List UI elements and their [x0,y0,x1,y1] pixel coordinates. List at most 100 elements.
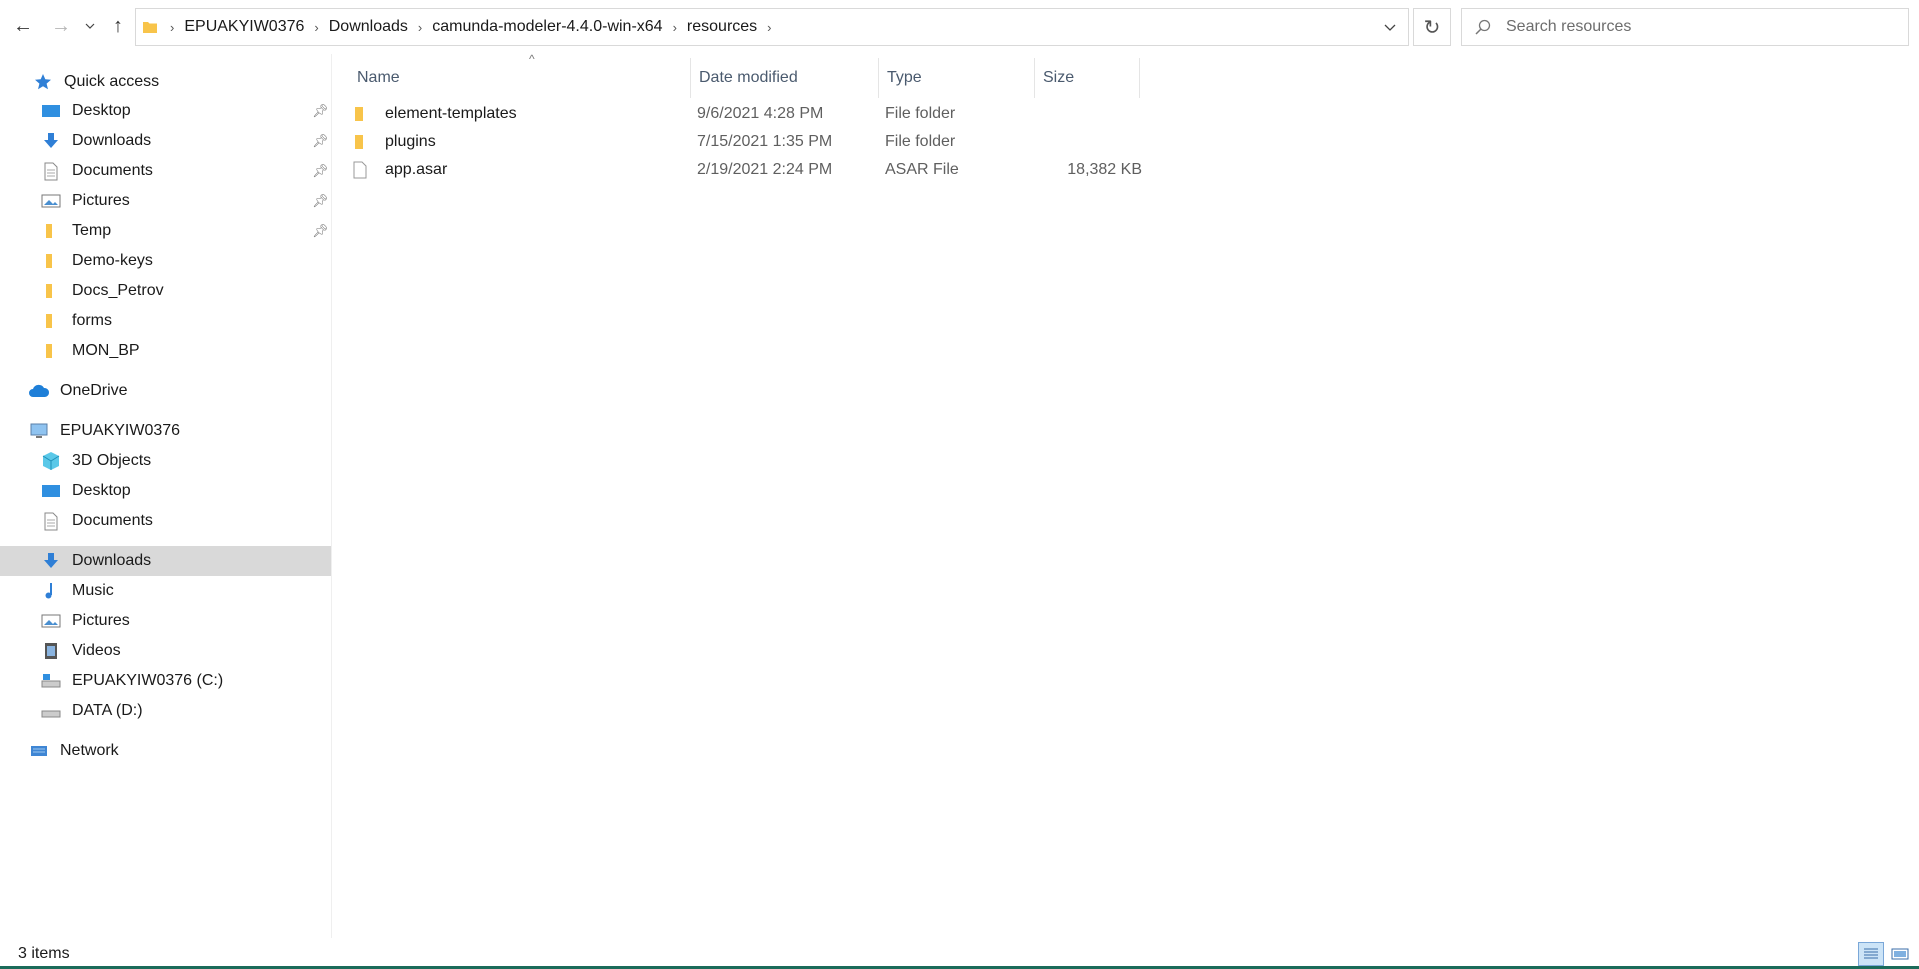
sidebar-item-pictures[interactable]: Pictures 📌︎ [0,186,331,216]
pin-icon[interactable]: 📌︎ [312,223,329,239]
column-header-name[interactable]: ^ Name [349,52,691,98]
breadcrumb-computer[interactable]: EPUAKYIW0376 [180,18,308,36]
sidebar-item-3d-objects[interactable]: 3D Objects [0,446,331,476]
address-toolbar: ← → ↑ › EPUAKYIW0376 › Downloads › camun… [0,0,1919,54]
address-bar[interactable]: › EPUAKYIW0376 › Downloads › camunda-mod… [135,8,1409,46]
file-type: File folder [885,133,956,150]
download-icon [40,551,62,571]
sidebar-item-pc-documents[interactable]: Documents [0,506,331,536]
column-header-size[interactable]: Size [1035,58,1140,98]
sidebar-item-pc-downloads[interactable]: Downloads [0,546,331,576]
recent-locations-button[interactable] [80,12,100,40]
star-icon [32,72,54,92]
sidebar-item-onedrive[interactable]: OneDrive [0,376,331,406]
folder-icon [143,22,157,33]
computer-icon [28,421,50,441]
sidebar-item-demo-keys[interactable]: Demo-keys [0,246,331,276]
desktop-icon [40,481,62,501]
breadcrumb-camunda[interactable]: camunda-modeler-4.4.0-win-x64 [428,18,666,36]
picture-icon [40,191,62,211]
file-date: 2/19/2021 2:24 PM [697,161,833,178]
breadcrumb-separator[interactable]: › [761,20,777,35]
file-name: element-templates [385,105,517,122]
large-icons-view-icon [1891,948,1909,960]
file-size: 18,382 KB [1067,161,1142,178]
sidebar-item-docs-petrov[interactable]: Docs_Petrov [0,276,331,306]
sidebar-item-desktop[interactable]: Desktop 📌︎ [0,96,331,126]
sidebar-item-music[interactable]: Music [0,576,331,606]
desktop-icon [40,101,62,121]
file-list: ^ Name Date modified Type Size element-t… [332,52,1919,938]
sidebar-item-videos[interactable]: Videos [0,636,331,666]
table-row[interactable]: plugins 7/15/2021 1:35 PM File folder [352,128,1472,156]
breadcrumb: › EPUAKYIW0376 › Downloads › camunda-mod… [136,9,1372,45]
sidebar-item-this-pc[interactable]: EPUAKYIW0376 [0,416,331,446]
sidebar-item-forms[interactable]: forms [0,306,331,336]
item-count: 3 items [18,944,70,962]
breadcrumb-downloads[interactable]: Downloads [325,18,412,36]
folder-icon [40,281,62,301]
large-icons-view-button[interactable] [1887,942,1913,966]
search-icon [1462,18,1504,36]
column-header-type[interactable]: Type [879,58,1035,98]
folder-icon [40,311,62,331]
breadcrumb-resources[interactable]: resources [683,18,761,36]
search-input[interactable] [1504,17,1908,37]
cloud-icon [28,381,50,401]
file-name: app.asar [385,161,448,178]
sidebar-item-drive-d[interactable]: DATA (D:) [0,696,331,726]
video-icon [40,641,62,661]
back-arrow-icon: ← [13,14,33,37]
document-icon [40,161,62,181]
search-box[interactable] [1461,8,1909,46]
chevron-down-icon [1384,24,1396,31]
refresh-button[interactable]: ↻ [1413,8,1451,46]
back-button[interactable]: ← [9,12,37,40]
details-view-icon [1864,948,1878,959]
sidebar-item-quick-access[interactable]: Quick access [0,67,331,97]
document-icon [40,511,62,531]
sidebar-item-temp[interactable]: Temp 📌︎ [0,216,331,246]
folder-icon [40,251,62,271]
file-date: 7/15/2021 1:35 PM [697,133,833,150]
pin-icon[interactable]: 📌︎ [312,133,329,149]
sidebar-item-network[interactable]: Network [0,736,331,766]
file-size [1042,100,1142,128]
folder-icon [40,221,62,241]
table-row[interactable]: app.asar 2/19/2021 2:24 PM ASAR File 18,… [352,156,1472,184]
sidebar-item-pc-desktop[interactable]: Desktop [0,476,331,506]
details-view-button[interactable] [1858,942,1884,966]
folder-icon [40,341,62,361]
picture-icon [40,611,62,631]
music-icon [40,581,62,601]
file-size [1042,128,1142,156]
file-name: plugins [385,133,436,150]
breadcrumb-separator[interactable]: › [412,20,428,35]
pin-icon[interactable]: 📌︎ [312,193,329,209]
drive-icon [40,701,62,721]
sidebar-item-drive-c[interactable]: EPUAKYIW0376 (C:) [0,666,331,696]
file-type: ASAR File [885,161,959,178]
navigation-pane: Quick access Desktop 📌︎ Downloads 📌︎ Doc… [0,54,332,938]
forward-arrow-icon: → [51,14,71,37]
column-header-date-modified[interactable]: Date modified [691,58,879,98]
address-history-dropdown[interactable] [1372,9,1408,45]
folder-icon [352,128,368,156]
pin-icon[interactable]: 📌︎ [312,163,329,179]
status-bar: 3 items [0,938,1919,969]
breadcrumb-separator[interactable]: › [667,20,683,35]
table-row[interactable]: element-templates 9/6/2021 4:28 PM File … [352,100,1472,128]
breadcrumb-separator[interactable]: › [164,20,180,35]
pin-icon[interactable]: 📌︎ [312,103,329,119]
breadcrumb-separator[interactable]: › [308,20,324,35]
sidebar-item-mon-bp[interactable]: MON_BP [0,336,331,366]
forward-button[interactable]: → [47,12,75,40]
sidebar-item-documents[interactable]: Documents 📌︎ [0,156,331,186]
file-icon [352,156,368,184]
download-icon [40,131,62,151]
sidebar-item-downloads[interactable]: Downloads 📌︎ [0,126,331,156]
up-button[interactable]: ↑ [104,12,132,40]
sidebar-item-pc-pictures[interactable]: Pictures [0,606,331,636]
folder-icon [352,100,368,128]
sort-ascending-icon: ^ [529,52,535,66]
